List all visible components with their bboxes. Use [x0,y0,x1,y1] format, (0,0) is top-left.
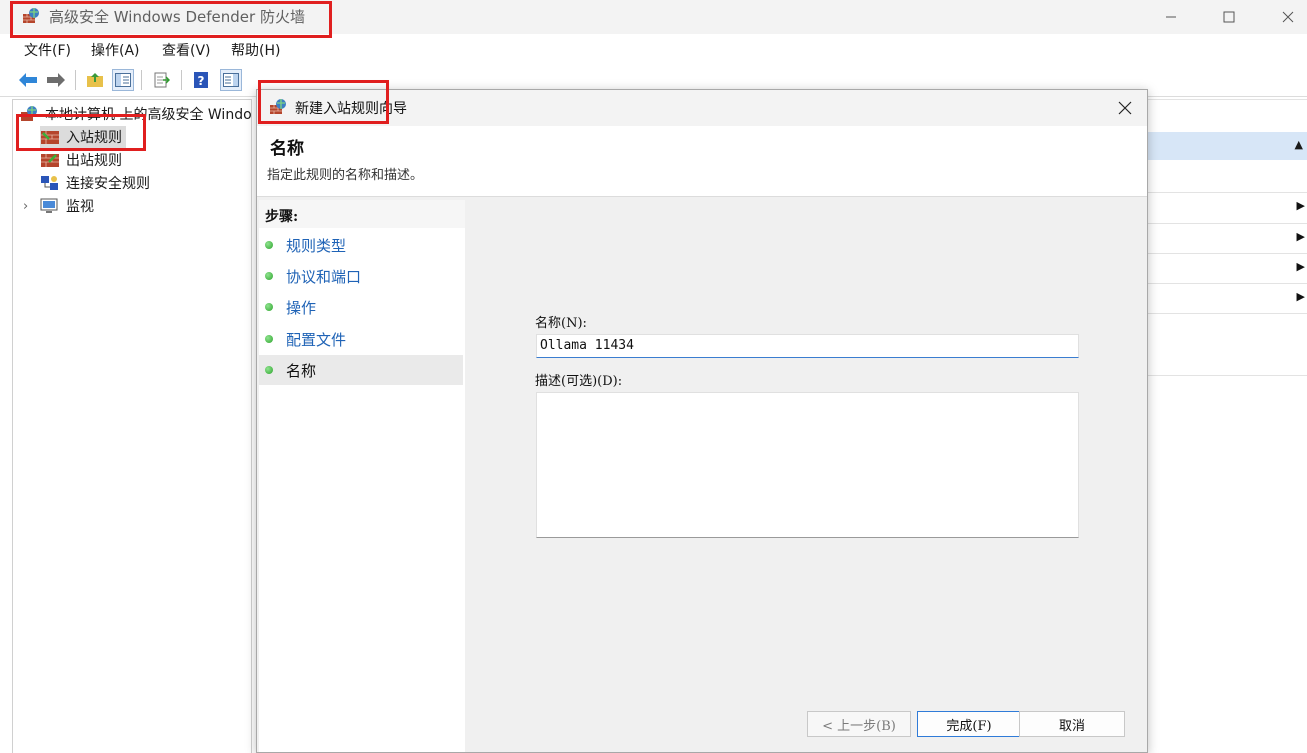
navigation-tree: 本地计算机 上的高级安全 Windo 入站规则 出站规则 连接安全规则 › 监视 [12,99,252,753]
name-label: 名称(N): [535,316,587,331]
tree-root-label: 本地计算机 上的高级安全 Windo [45,107,252,123]
show-hide-action-pane-icon[interactable] [220,69,242,91]
arrow-left-icon[interactable] [17,69,39,91]
divider [1147,283,1307,284]
page-subtitle: 指定此规则的名称和描述。 [267,168,424,183]
menu-file[interactable]: 文件(F) [24,40,71,60]
firewall-icon [270,99,286,114]
tree-item-label: 入站规则 [66,130,122,146]
step-status-dot-icon [265,335,273,343]
finish-button[interactable]: 完成(F) [917,711,1021,737]
divider [1147,223,1307,224]
step-status-dot-icon [265,241,273,249]
step-name: 名称 [259,355,463,385]
step-label: 配置文件 [286,330,347,349]
tree-item-connection-security-rules[interactable]: 连接安全规则 [40,172,150,194]
divider [1147,253,1307,254]
step-label: 协议和端口 [286,267,362,286]
menu-view[interactable]: 查看(V) [162,40,211,60]
step-protocol-and-ports[interactable]: 协议和端口 [259,261,463,291]
tree-item-label: 监视 [66,199,94,215]
menu-help[interactable]: 帮助(H) [231,40,280,60]
connection-security-icon [41,176,58,190]
cancel-button[interactable]: 取消 [1019,711,1125,737]
steps-title: 步骤: [265,209,299,225]
tree-item-monitoring[interactable]: › 监视 [23,195,94,217]
toolbar-separator [181,70,182,90]
dialog-title-bar: 新建入站规则向导 [257,90,1147,126]
page-title: 名称 [270,139,304,159]
step-label: 规则类型 [286,236,347,255]
description-label: 描述(可选)(D): [535,374,623,389]
toolbar-separator [141,70,142,90]
monitor-icon [40,198,58,213]
step-rule-type[interactable]: 规则类型 [259,230,463,260]
outbound-rules-icon [41,154,59,167]
help-icon[interactable]: ? [190,69,212,91]
toolbar-separator [75,70,76,90]
new-inbound-rule-wizard: 新建入站规则向导 名称 指定此规则的名称和描述。 步骤: 规则类型 协议和端口 … [256,89,1148,753]
divider [1147,375,1307,376]
menu-action[interactable]: 操作(A) [91,40,140,60]
step-profile[interactable]: 配置文件 [259,324,463,354]
divider [1147,99,1307,100]
close-icon[interactable] [1260,0,1307,34]
menu-bar: 文件(F) 操作(A) 查看(V) 帮助(H) [0,36,1307,62]
actions-header: ▲ [1147,132,1307,160]
step-label: 操作 [286,298,317,317]
step-status-dot-icon [265,272,273,280]
submenu-arrow-icon[interactable]: ▶ [1297,260,1305,273]
actions-pane: ▲ ▶ ▶ ▶ ▶ [1147,99,1307,753]
svg-text:?: ? [198,74,205,88]
name-input[interactable]: Ollama 11434 [536,334,1079,358]
step-label: 名称 [286,361,317,380]
back-button[interactable]: < 上一步(B) [807,711,911,737]
description-textarea[interactable] [536,392,1079,538]
divider [1147,313,1307,314]
step-status-dot-icon [265,366,273,374]
tree-item-label: 出站规则 [66,153,122,169]
submenu-arrow-icon[interactable]: ▶ [1297,199,1305,212]
step-status-dot-icon [265,303,273,311]
firewall-icon [23,8,39,23]
dialog-title: 新建入站规则向导 [295,101,407,117]
firewall-icon [21,106,37,121]
submenu-arrow-icon[interactable]: ▶ [1297,230,1305,243]
tree-item-label: 连接安全规则 [66,176,150,192]
dialog-header: 名称 指定此规则的名称和描述。 [257,126,1147,197]
step-action[interactable]: 操作 [259,292,463,322]
submenu-arrow-icon[interactable]: ▶ [1297,290,1305,303]
divider [1147,192,1307,193]
up-folder-icon[interactable] [84,69,106,91]
window-title: 高级安全 Windows Defender 防火墙 [49,8,305,26]
tree-item-inbound-rules[interactable]: 入站规则 [40,126,126,148]
title-bar: 高级安全 Windows Defender 防火墙 [0,0,1307,34]
inbound-rules-icon [41,131,59,144]
steps-pane: 步骤: 规则类型 协议和端口 操作 配置文件 名称 [259,200,465,752]
tree-root[interactable]: 本地计算机 上的高级安全 Windo [19,103,252,125]
maximize-icon[interactable] [1201,0,1257,34]
minimize-icon[interactable] [1143,0,1199,34]
arrow-right-icon[interactable] [45,69,67,91]
show-hide-tree-icon[interactable] [112,69,134,91]
wizard-content: 名称(N): Ollama 11434 描述(可选)(D): < 上一步(B) … [469,200,1146,752]
tree-item-outbound-rules[interactable]: 出站规则 [40,149,122,171]
collapse-up-icon[interactable]: ▲ [1295,138,1303,151]
export-list-icon[interactable] [151,69,173,91]
close-icon[interactable] [1109,94,1141,122]
chevron-right-icon[interactable]: › [23,199,37,214]
